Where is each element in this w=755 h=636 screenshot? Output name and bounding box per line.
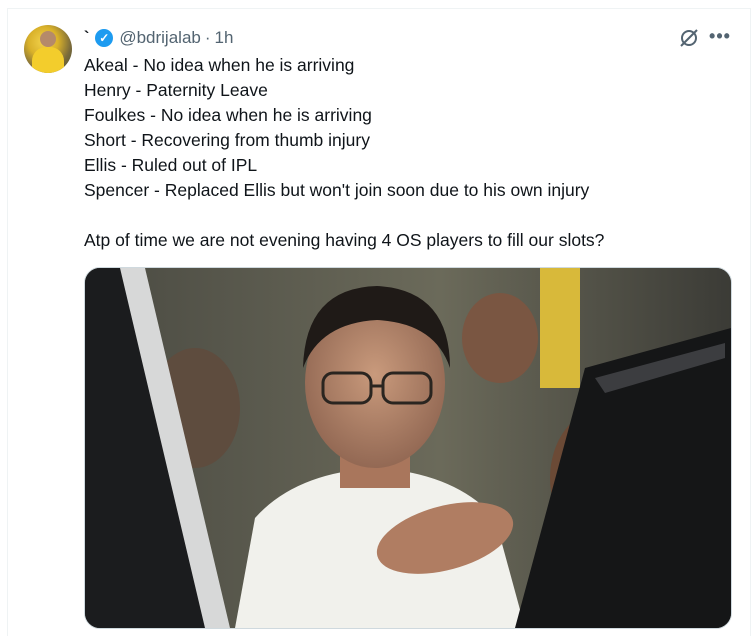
avatar[interactable] bbox=[24, 25, 72, 73]
text-line: Foulkes - No idea when he is arriving bbox=[84, 105, 372, 125]
text-question: Atp of time we are not evening having 4 … bbox=[84, 230, 605, 250]
text-line: Short - Recovering from thumb injury bbox=[84, 130, 370, 150]
handle[interactable]: @bdrijalab bbox=[119, 28, 201, 48]
verified-badge-icon: ✓ bbox=[95, 29, 114, 47]
tweet-photo[interactable] bbox=[84, 267, 732, 629]
more-options-icon[interactable]: ••• bbox=[706, 25, 734, 47]
tweet-card[interactable]: ` ✓ @bdrijalab · 1h ••• Akeal - No idea … bbox=[7, 8, 751, 636]
tweet-header: ` ✓ @bdrijalab · 1h bbox=[84, 27, 233, 49]
grok-icon[interactable] bbox=[678, 27, 700, 49]
avatar-figure bbox=[32, 47, 64, 73]
text-line: Spencer - Replaced Ellis but won't join … bbox=[84, 180, 590, 200]
timestamp[interactable]: 1h bbox=[215, 28, 234, 48]
text-line: Akeal - No idea when he is arriving bbox=[84, 55, 355, 75]
tweet-text: Akeal - No idea when he is arriving Henr… bbox=[84, 53, 734, 253]
avatar-head bbox=[40, 31, 56, 47]
photo-scene bbox=[85, 268, 731, 628]
text-line: Henry - Paternity Leave bbox=[84, 80, 268, 100]
text-line: Ellis - Ruled out of IPL bbox=[84, 155, 258, 175]
separator: · bbox=[204, 28, 211, 47]
display-name[interactable]: ` bbox=[84, 29, 89, 47]
